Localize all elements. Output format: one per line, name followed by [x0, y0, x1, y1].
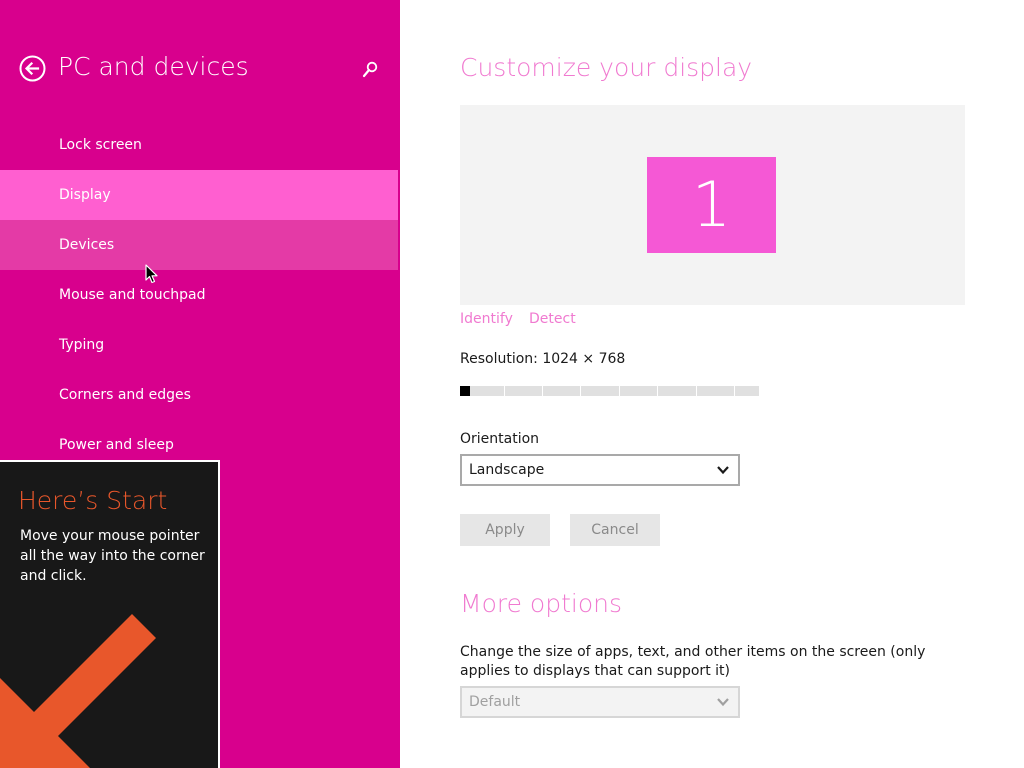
- start-tip: Here’s Start Move your mouse pointer all…: [0, 460, 220, 768]
- corner-arrow-icon: [0, 614, 156, 768]
- nav-item-label: Lock screen: [59, 137, 142, 153]
- nav-item-corners-and-edges[interactable]: Corners and edges: [0, 370, 398, 420]
- orientation-label: Orientation: [460, 431, 540, 447]
- search-icon[interactable]: [362, 61, 378, 79]
- cancel-button[interactable]: Cancel: [570, 514, 660, 546]
- nav-item-devices[interactable]: Devices: [0, 220, 398, 270]
- detect-link[interactable]: Detect: [529, 311, 576, 327]
- slider-tick: [657, 386, 658, 396]
- nav-item-lock-screen[interactable]: Lock screen: [0, 120, 398, 170]
- nav-item-label: Devices: [59, 237, 115, 253]
- identify-link[interactable]: Identify: [460, 311, 513, 327]
- back-arrow-icon[interactable]: [19, 55, 46, 82]
- settings-window: PC and devices Lock screen Display Devic…: [0, 0, 1024, 768]
- orientation-dropdown[interactable]: Landscape: [460, 454, 740, 486]
- more-options-description: Change the size of apps, text, and other…: [460, 644, 926, 679]
- nav-item-label: Mouse and touchpad: [59, 287, 206, 303]
- pane-title: PC and devices: [58, 52, 249, 81]
- mouse-pointer-icon: [145, 264, 158, 284]
- slider-tick: [504, 386, 505, 396]
- chevron-down-icon: [717, 698, 729, 707]
- orientation-value: Landscape: [469, 462, 545, 478]
- monitor-number: 1: [691, 168, 732, 241]
- slider-tick: [734, 386, 735, 396]
- nav-item-label: Corners and edges: [59, 387, 191, 403]
- more-options-heading: More options: [460, 589, 622, 618]
- start-tip-title: Here’s Start: [18, 486, 168, 515]
- apply-button[interactable]: Apply: [460, 514, 550, 546]
- scaling-value: Default: [469, 694, 521, 710]
- nav-item-label: Typing: [59, 337, 105, 353]
- nav-item-mouse-and-touchpad[interactable]: Mouse and touchpad: [0, 270, 398, 320]
- display-arrangement-area: 1: [460, 105, 965, 305]
- nav-item-label: Display: [59, 187, 111, 203]
- slider-tick: [542, 386, 543, 396]
- scaling-dropdown[interactable]: Default: [460, 686, 740, 718]
- nav-item-display[interactable]: Display: [0, 170, 398, 220]
- slider-thumb[interactable]: [460, 386, 470, 396]
- main-content: Customize your display 1 Identify Detect…: [400, 0, 1024, 768]
- slider-tick: [696, 386, 697, 396]
- start-tip-body: Move your mouse pointer all the way into…: [20, 528, 205, 584]
- slider-tick: [580, 386, 581, 396]
- nav-item-typing[interactable]: Typing: [0, 320, 398, 370]
- monitor-tile[interactable]: 1: [647, 157, 776, 253]
- resolution-label: Resolution: 1024 × 768: [460, 351, 626, 367]
- slider-tick: [619, 386, 620, 396]
- resolution-slider[interactable]: [460, 386, 759, 396]
- page-title: Customize your display: [460, 53, 753, 82]
- chevron-down-icon: [717, 466, 729, 475]
